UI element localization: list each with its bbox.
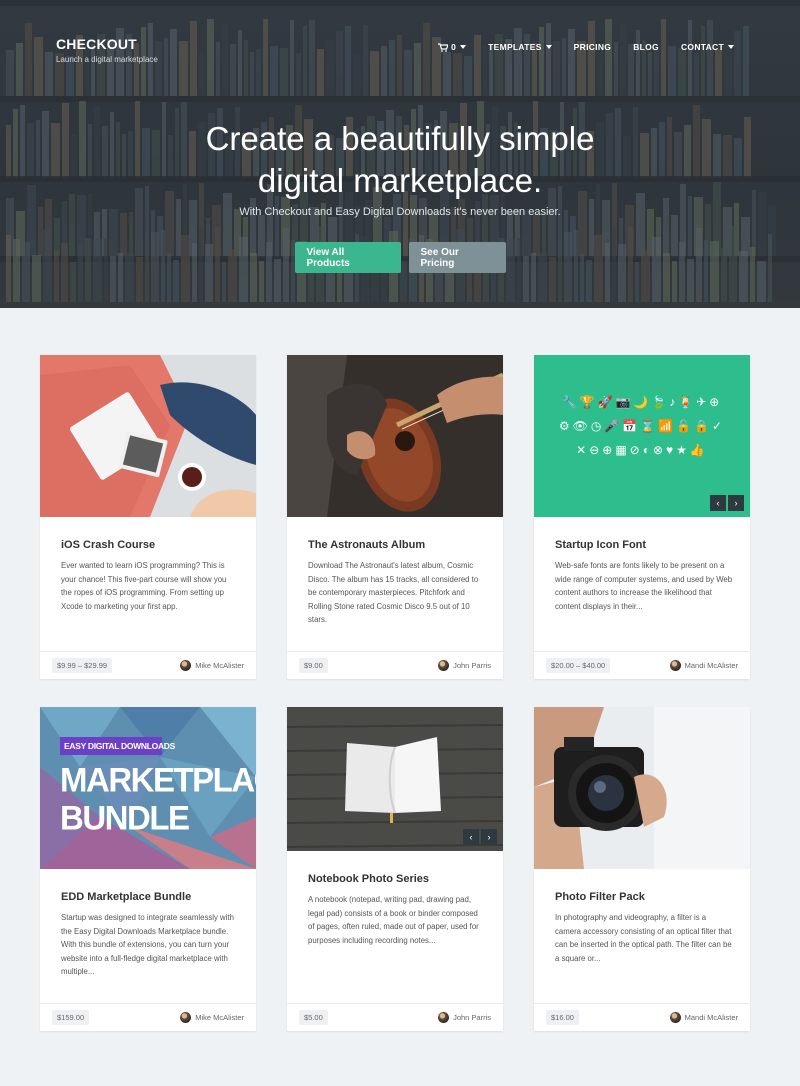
- main-nav: 0 TEMPLATES PRICING BLOG CONTACT: [438, 42, 734, 52]
- slider-controls: ‹ ›: [710, 495, 744, 511]
- nav-templates[interactable]: TEMPLATES: [488, 42, 552, 52]
- product-description: In photography and videography, a filter…: [555, 913, 732, 963]
- cart-count: 0: [451, 42, 457, 52]
- product-price: $159.00: [52, 1010, 90, 1025]
- hero-section: CHECKOUT Launch a digital marketplace 0 …: [0, 0, 800, 308]
- product-card: ‹ › Notebook Photo Series A notebook (no…: [287, 707, 503, 1031]
- product-image[interactable]: [40, 355, 256, 517]
- author-name: Mike McAlister: [195, 661, 244, 670]
- hero-title-line-2: digital marketplace.: [257, 162, 543, 199]
- author-name: John Parris: [453, 1013, 491, 1022]
- nav-blog-label: BLOG: [633, 42, 659, 52]
- avatar: [669, 660, 681, 671]
- product-title[interactable]: Photo Filter Pack: [555, 891, 645, 903]
- product-author[interactable]: Mandi McAlister: [669, 1012, 738, 1023]
- product-price: $20.00 – $40.00: [546, 658, 611, 673]
- avatar: [180, 660, 192, 671]
- product-description: Web-safe fonts are fonts likely to be pr…: [555, 561, 733, 611]
- product-price: $9.99 – $29.99: [52, 658, 113, 673]
- product-card: Photo Filter Pack In photography and vid…: [534, 707, 750, 1031]
- product-image[interactable]: 🔧🏆🚀📷🌙🍃♪🍹✈⊕ ⚙👁◷🎤📅⌛📶🔓🔒✓ ✕⊖⊕▦⊘◐⊗♥★👍 ‹ ›: [534, 355, 750, 517]
- product-footer: $5.00 John Parris: [287, 1003, 503, 1031]
- nav-pricing-label: PRICING: [573, 42, 612, 52]
- hero-title: Create a beautifully simple digital mark…: [0, 118, 800, 202]
- product-image[interactable]: ‹ ›: [287, 707, 503, 851]
- see-pricing-button[interactable]: See Our Pricing: [408, 242, 506, 273]
- nav-cart[interactable]: 0: [438, 42, 467, 52]
- product-image[interactable]: [287, 355, 503, 517]
- chevron-down-icon: [460, 45, 467, 49]
- product-author[interactable]: John Parris: [438, 660, 491, 671]
- product-card: iOS Crash Course Ever wanted to learn iO…: [40, 355, 256, 679]
- product-price: $16.00: [546, 1010, 579, 1025]
- ios-course-photo: [40, 355, 256, 517]
- site-tagline: Launch a digital marketplace: [56, 55, 158, 64]
- product-title[interactable]: The Astronauts Album: [308, 539, 425, 551]
- product-title[interactable]: EDD Marketplace Bundle: [61, 891, 191, 903]
- nav-templates-label: TEMPLATES: [488, 42, 542, 52]
- product-title[interactable]: iOS Crash Course: [61, 539, 155, 551]
- guitar-photo: [287, 355, 503, 517]
- product-footer: $9.00 John Parris: [287, 651, 503, 679]
- product-card: EASY DIGITAL DOWNLOADS MARKETPLACE BUNDL…: [40, 707, 256, 1031]
- product-description: A notebook (notepad, writing pad, drawin…: [308, 895, 479, 945]
- product-author[interactable]: Mike McAlister: [180, 660, 244, 671]
- hero-subtitle: With Checkout and Easy Digital Downloads…: [239, 206, 561, 218]
- slider-prev-button[interactable]: ‹: [710, 495, 726, 511]
- product-price: $5.00: [299, 1010, 328, 1025]
- product-title[interactable]: Notebook Photo Series: [308, 873, 429, 885]
- bundle-heading: MARKETPLACE BUNDLE: [60, 761, 256, 837]
- product-author[interactable]: Mandi McAlister: [669, 660, 738, 671]
- product-author[interactable]: Mike McAlister: [180, 1012, 244, 1023]
- cart-icon: [438, 42, 449, 52]
- product-image[interactable]: EASY DIGITAL DOWNLOADS MARKETPLACE BUNDL…: [40, 707, 256, 869]
- product-footer: $159.00 Mike McAlister: [40, 1003, 256, 1031]
- avatar: [438, 660, 450, 671]
- view-all-products-button[interactable]: View All Products: [294, 242, 401, 273]
- author-name: Mike McAlister: [195, 1013, 244, 1022]
- chevron-down-icon: [545, 45, 552, 49]
- nav-blog[interactable]: BLOG: [633, 42, 659, 52]
- product-footer: $20.00 – $40.00 Mandi McAlister: [534, 651, 750, 679]
- nav-contact[interactable]: CONTACT: [681, 42, 734, 52]
- icon-row: ⚙👁◷🎤📅⌛📶🔓🔒✓: [558, 419, 726, 433]
- nav-pricing[interactable]: PRICING: [574, 42, 612, 52]
- product-price: $9.00: [299, 658, 328, 673]
- product-description: Download The Astronaut's latest album, C…: [308, 561, 479, 625]
- avatar: [438, 1012, 450, 1023]
- product-image[interactable]: [534, 707, 750, 869]
- product-title[interactable]: Startup Icon Font: [555, 539, 646, 551]
- slider-prev-button[interactable]: ‹: [463, 829, 479, 845]
- bundle-tag: EASY DIGITAL DOWNLOADS: [64, 741, 175, 751]
- bundle-heading-line-1: MARKETPLACE: [60, 760, 256, 799]
- hero-buttons: View All Products See Our Pricing: [0, 242, 800, 273]
- product-footer: $9.99 – $29.99 Mike McAlister: [40, 651, 256, 679]
- product-card: The Astronauts Album Download The Astron…: [287, 355, 503, 679]
- slider-next-button[interactable]: ›: [728, 495, 744, 511]
- product-footer: $16.00 Mandi McAlister: [534, 1003, 750, 1031]
- icon-row: ✕⊖⊕▦⊘◐⊗♥★👍: [576, 443, 708, 457]
- icon-row: 🔧🏆🚀📷🌙🍃♪🍹✈⊕: [561, 395, 723, 409]
- chevron-down-icon: [728, 45, 734, 49]
- slider-controls: ‹ ›: [463, 829, 497, 845]
- product-description: Startup was designed to integrate seamle…: [61, 913, 234, 977]
- brand[interactable]: CHECKOUT Launch a digital marketplace: [56, 36, 158, 64]
- avatar: [180, 1012, 192, 1023]
- product-author[interactable]: John Parris: [438, 1012, 491, 1023]
- author-name: John Parris: [453, 661, 491, 670]
- site-title[interactable]: CHECKOUT: [56, 36, 158, 52]
- avatar: [669, 1012, 681, 1023]
- icon-font-preview: 🔧🏆🚀📷🌙🍃♪🍹✈⊕ ⚙👁◷🎤📅⌛📶🔓🔒✓ ✕⊖⊕▦⊘◐⊗♥★👍: [534, 395, 750, 457]
- product-card: 🔧🏆🚀📷🌙🍃♪🍹✈⊕ ⚙👁◷🎤📅⌛📶🔓🔒✓ ✕⊖⊕▦⊘◐⊗♥★👍 ‹ › Sta…: [534, 355, 750, 679]
- hero-title-line-1: Create a beautifully simple: [205, 120, 595, 157]
- product-description: Ever wanted to learn iOS programming? Th…: [61, 561, 227, 611]
- slider-next-button[interactable]: ›: [481, 829, 497, 845]
- nav-contact-label: CONTACT: [680, 42, 724, 52]
- author-name: Mandi McAlister: [684, 1013, 738, 1022]
- camera-photo: [534, 707, 750, 869]
- author-name: Mandi McAlister: [684, 661, 738, 670]
- bundle-heading-line-2: BUNDLE: [60, 797, 190, 837]
